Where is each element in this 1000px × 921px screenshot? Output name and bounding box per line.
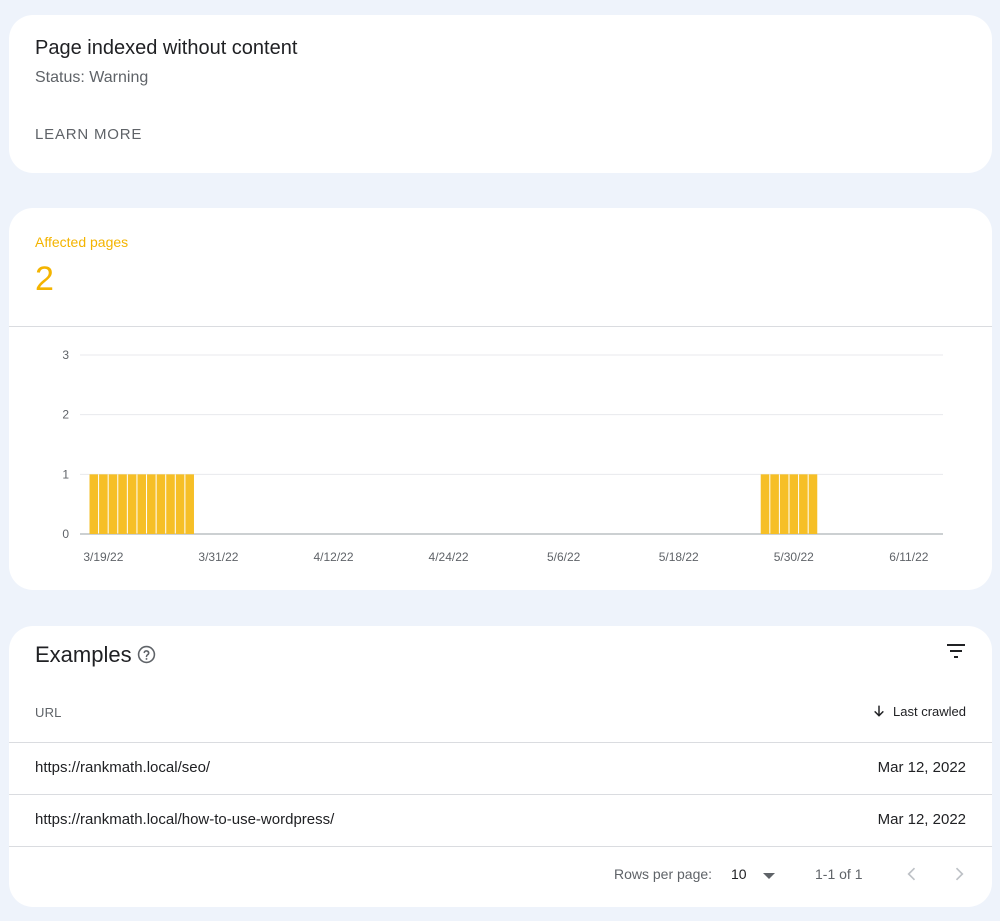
chart-bar [156,474,166,534]
arrow-down-icon [874,705,884,717]
chevron-left-icon[interactable] [902,864,922,884]
chart-bar [175,474,185,534]
x-tick-label: 4/24/22 [429,550,469,564]
pagination-range: 1-1 of 1 [815,866,863,882]
chart-bar [770,474,779,534]
column-header-url[interactable]: URL [35,705,62,720]
issue-status-card: Page indexed without content Status: War… [9,15,992,173]
x-tick-label: 3/19/22 [83,550,123,564]
row-date: Mar 12, 2022 [877,811,966,828]
y-tick-label: 3 [62,348,69,362]
chart-bar [808,474,818,534]
chart-bar [185,474,194,534]
last-crawled-label: Last crawled [893,703,966,719]
x-tick-label: 4/12/22 [313,550,353,564]
row-divider [9,846,992,847]
affected-pages-card: Affected pages 2 0 1 2 3 3/19/22 3/31/22 4/12/… [9,208,992,590]
chart-bar [108,474,118,534]
filter-icon[interactable] [944,639,968,663]
x-tick-label: 6/11/22 [889,550,928,564]
table-row[interactable]: https://rankmath.local/seo/ Mar 12, 2022 [9,743,992,794]
chart-bar [89,474,99,534]
chart-bar [118,474,127,534]
x-tick-label: 3/31/22 [198,550,238,564]
examples-title: Examples [35,642,132,667]
chart-bar [799,474,808,534]
column-header-last-crawled[interactable]: Last crawled [871,703,966,719]
chart-bar [137,474,147,534]
chart-bar [147,474,156,534]
caret-down-icon[interactable] [762,871,776,881]
chart-bar [779,474,789,534]
y-tick-label: 1 [62,467,69,481]
chart-bar [166,474,175,534]
chevron-right-icon[interactable] [949,864,969,884]
learn-more-button[interactable]: LEARN MORE [35,126,142,143]
chart-bar [760,474,770,534]
y-tick-label: 0 [62,527,69,541]
help-icon[interactable] [137,645,156,664]
row-url: https://rankmath.local/how-to-use-wordpr… [35,811,335,828]
row-url: https://rankmath.local/seo/ [35,759,211,776]
chart-bar [99,474,108,534]
issue-status-text: Status: Warning [35,69,149,86]
issue-title: Page indexed without content [35,37,298,59]
rows-per-page-label: Rows per page: [614,866,713,882]
x-tick-label: 5/18/22 [659,550,699,564]
examples-card: Examples URL Last crawled https://rankma… [9,626,992,907]
chart-bar [127,474,137,534]
affected-pages-chart: 0 1 2 3 3/19/22 3/31/22 4/12/22 4/24/22 5/6/22 5/… [62,348,943,564]
chart-bar [789,474,799,534]
x-tick-label: 5/30/22 [774,550,814,564]
y-tick-label: 2 [62,408,69,422]
rows-per-page-select[interactable]: 10 [731,866,747,882]
table-row[interactable]: https://rankmath.local/how-to-use-wordpr… [9,795,992,846]
row-date: Mar 12, 2022 [877,759,966,776]
x-tick-label: 5/6/22 [547,550,581,564]
